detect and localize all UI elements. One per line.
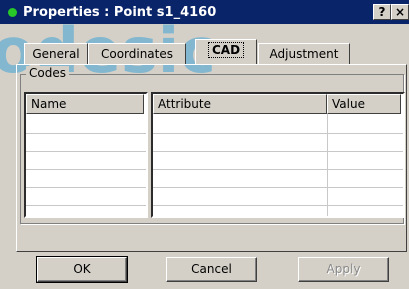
column-divider: [327, 114, 328, 216]
help-button[interactable]: ?: [373, 4, 391, 20]
row-divider: [26, 133, 146, 134]
tab-adjustment-label: Adjustment: [269, 47, 339, 61]
tab-adjustment[interactable]: Adjustment: [258, 43, 350, 64]
row-divider: [26, 205, 146, 206]
row-divider: [26, 169, 146, 170]
attribute-list[interactable]: Attribute Value: [151, 92, 405, 218]
app-icon: [8, 7, 17, 17]
tab-cad[interactable]: CAD: [195, 39, 257, 64]
ok-button[interactable]: OK: [36, 256, 128, 283]
apply-button[interactable]: Apply: [298, 257, 389, 282]
row-divider: [153, 187, 403, 188]
close-button[interactable]: ×: [391, 4, 409, 20]
name-list[interactable]: Name: [24, 92, 148, 218]
tab-coordinates[interactable]: Coordinates: [88, 43, 186, 64]
name-column-header[interactable]: Name: [26, 94, 144, 114]
row-divider: [153, 205, 403, 206]
tab-cad-label: CAD: [207, 42, 245, 58]
title-bar: Properties : Point s1_4160 ? ×: [0, 0, 409, 24]
cancel-button[interactable]: Cancel: [166, 257, 257, 282]
value-column-header[interactable]: Value: [327, 94, 401, 114]
tab-general[interactable]: General: [24, 43, 88, 64]
row-divider: [153, 133, 403, 134]
tab-general-label: General: [32, 47, 80, 61]
row-divider: [26, 151, 146, 152]
row-divider: [153, 151, 403, 152]
row-divider: [26, 187, 146, 188]
window-title: Properties : Point s1_4160: [23, 4, 217, 20]
row-divider: [153, 169, 403, 170]
codes-group-label: Codes: [26, 66, 69, 80]
tab-coordinates-label: Coordinates: [100, 47, 174, 61]
attribute-column-header[interactable]: Attribute: [153, 94, 327, 114]
